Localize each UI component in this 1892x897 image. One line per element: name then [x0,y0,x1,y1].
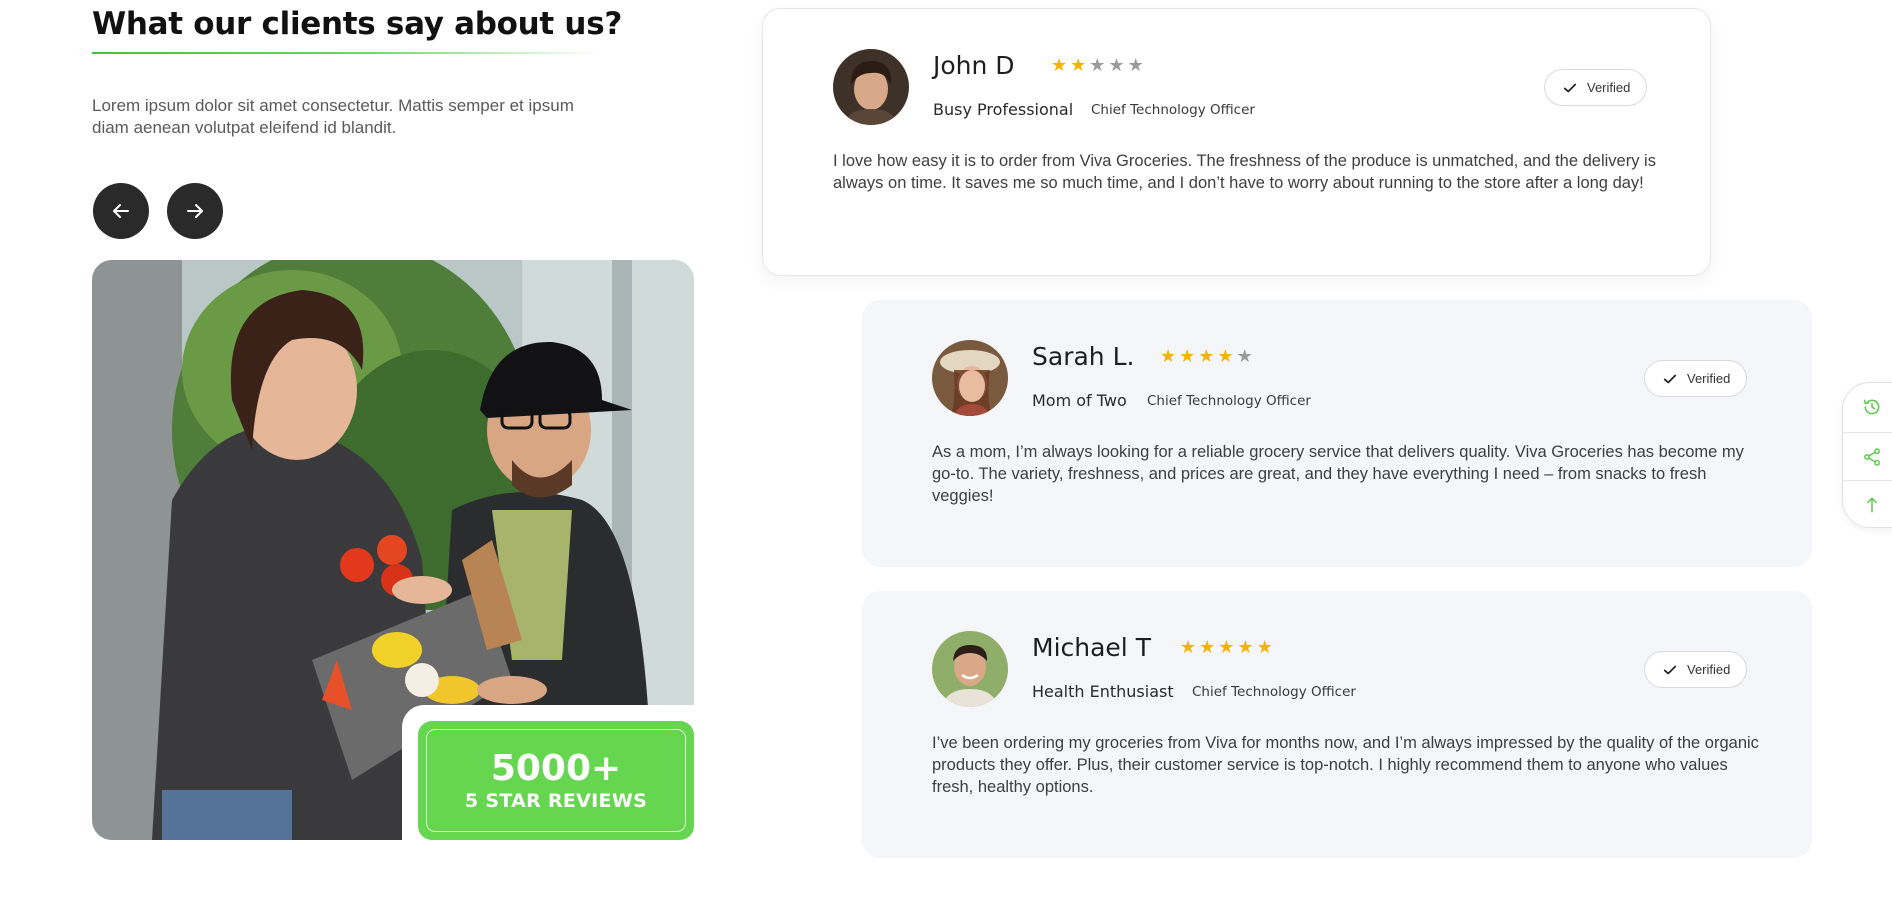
verified-badge: Verified [1644,651,1748,688]
star-filled-icon: ★ [1217,346,1234,367]
side-dock [1842,382,1892,528]
section-title: What our clients say about us? [92,6,623,42]
star-filled-icon: ★ [1237,637,1254,658]
reviewer-role: Health Enthusiast [1032,682,1174,701]
stat-label: 5 STAR REVIEWS [464,789,648,812]
avatar [833,49,909,125]
review-card: Sarah L. ★ ★ ★ ★ ★ Mom of Two Chief Technolo… [862,300,1812,567]
review-text: As a mom, I’m always looking for a relia… [932,443,1744,505]
review-card: Michael T ★ ★ ★ ★ ★ Health Enthusiast Chief … [862,591,1812,858]
star-filled-icon: ★ [1070,55,1087,76]
star-rating: ★ ★ ★ ★ ★ [1051,56,1144,76]
carousel-next-button[interactable] [167,183,223,239]
avatar [932,340,1008,416]
check-icon [1663,374,1677,383]
reviewer-title: Chief Technology Officer [1091,102,1255,118]
verified-badge: Verified [1544,69,1648,106]
verified-label: Verified [1687,662,1731,677]
history-button[interactable] [1843,383,1892,431]
star-filled-icon: ★ [1179,346,1196,367]
share-button[interactable] [1843,432,1892,480]
star-filled-icon: ★ [1180,637,1197,658]
reviewer-name: Michael T [1032,633,1151,662]
reviewer-role: Busy Professional [933,100,1074,119]
reviewer-title: Chief Technology Officer [1147,393,1311,409]
star-empty-icon: ★ [1089,55,1106,76]
star-filled-icon: ★ [1256,637,1273,658]
verified-badge: Verified [1644,360,1748,397]
title-underline [92,52,602,54]
reviewer-name: John D [933,51,1015,80]
section-intro: Lorem ipsum dolor sit amet consectetur. … [92,96,574,137]
star-empty-icon: ★ [1127,55,1144,76]
stat-number: 5000+ [490,747,622,789]
reviews-stat-card: 5000+ 5 STAR REVIEWS [418,721,694,840]
star-filled-icon: ★ [1160,346,1177,367]
reviewer-role: Mom of Two [1032,391,1127,410]
star-empty-icon: ★ [1236,346,1253,367]
carousel-prev-button[interactable] [93,183,149,239]
check-icon [1563,83,1577,92]
review-text: I love how easy it is to order from Viva… [833,152,1656,192]
star-empty-icon: ★ [1108,55,1125,76]
avatar [932,631,1008,707]
review-text: I’ve been ordering my groceries from Viv… [932,734,1759,796]
reviewer-name: Sarah L. [1032,342,1135,371]
star-filled-icon: ★ [1199,637,1216,658]
history-icon [1863,399,1880,415]
star-rating: ★ ★ ★ ★ ★ [1160,347,1253,367]
review-card: John D ★ ★ ★ ★ ★ Busy Professional Chief Tec… [762,8,1711,276]
scroll-top-button[interactable] [1843,480,1892,528]
share-icon [1864,447,1880,466]
arrow-left-icon [113,204,129,218]
verified-label: Verified [1687,371,1731,386]
verified-label: Verified [1587,80,1631,95]
reviewer-title: Chief Technology Officer [1192,684,1356,700]
star-filled-icon: ★ [1051,55,1068,76]
check-icon [1663,665,1677,674]
arrow-right-icon [187,204,203,218]
star-rating: ★ ★ ★ ★ ★ [1180,638,1273,658]
star-filled-icon: ★ [1218,637,1235,658]
star-filled-icon: ★ [1198,346,1215,367]
arrow-up-icon [1867,497,1877,512]
